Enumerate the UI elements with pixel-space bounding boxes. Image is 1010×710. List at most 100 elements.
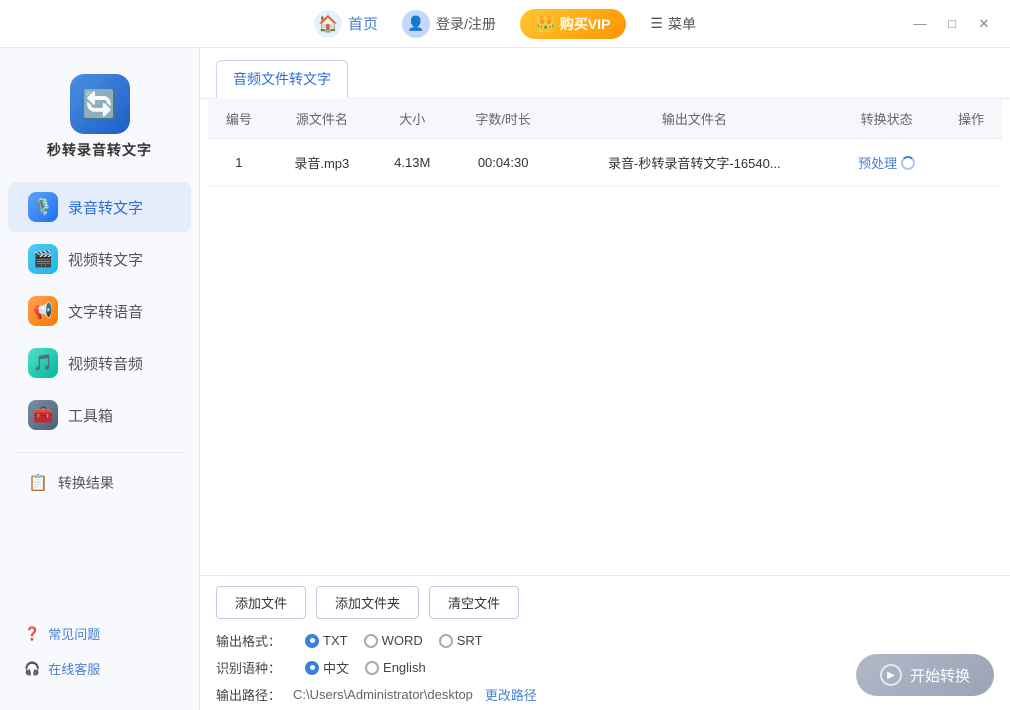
format-word-radio[interactable] [364,634,378,648]
cell-source-name: 录音.mp3 [270,139,374,187]
sidebar-recording-label: 录音转文字 [68,197,143,218]
faq-label: 常见问题 [48,624,100,643]
home-label: 首页 [348,13,378,34]
vip-button[interactable]: 👑 购买VIP [520,9,627,39]
menu-icon: ☰ [650,15,663,32]
tab-label: 音频文件转文字 [233,71,331,87]
sidebar-divider [16,452,183,453]
add-file-button[interactable]: 添加文件 [216,586,306,619]
window-controls: — □ ✕ [910,14,994,34]
faq-button[interactable]: ❓ 常见问题 [0,616,199,651]
format-txt-label: TXT [323,633,348,648]
format-txt-option[interactable]: TXT [305,633,348,648]
col-header-status: 转换状态 [833,99,940,139]
cell-id: 1 [208,139,270,187]
language-group: 中文 English [305,658,426,677]
minimize-button[interactable]: — [910,14,930,34]
col-header-id: 编号 [208,99,270,139]
spinner-icon [901,156,915,170]
col-header-action: 操作 [940,99,1002,139]
results-icon: 📋 [28,473,48,493]
main-layout: 🔄 秒转录音转文字 🎙️ 录音转文字 🎬 视频转文字 📢 文字转语音 🎵 视频转… [0,48,1010,710]
titlebar-center: 🏠 首页 👤 登录/注册 👑 购买VIP ☰ 菜单 [314,9,696,39]
sidebar-video-audio-label: 视频转音频 [68,353,143,374]
avatar: 👤 [402,10,430,38]
format-srt-option[interactable]: SRT [439,633,483,648]
format-word-option[interactable]: WORD [364,633,423,648]
tab-bar: 音频文件转文字 [216,60,994,98]
lang-chinese-radio[interactable] [305,661,319,675]
user-label: 登录/注册 [436,14,496,34]
sidebar-item-results[interactable]: 📋 转换结果 [8,465,191,501]
vip-label: 购买VIP [560,14,611,34]
faq-icon: ❓ [24,626,40,642]
support-button[interactable]: 🎧 在线客服 [0,651,199,686]
sidebar-item-video[interactable]: 🎬 视频转文字 [8,234,191,284]
tab-audio-to-text[interactable]: 音频文件转文字 [216,60,348,99]
content-wrapper: 编号 源文件名 大小 字数/时长 输出文件名 转换状态 操作 1 录音.mp3 [200,99,1010,710]
menu-button[interactable]: ☰ 菜单 [650,14,696,34]
change-path-button[interactable]: 更改路径 [485,685,537,704]
support-icon: 🎧 [24,661,40,677]
sidebar-item-recording[interactable]: 🎙️ 录音转文字 [8,182,191,232]
col-header-duration: 字数/时长 [451,99,556,139]
play-icon: ▶ [880,664,902,686]
format-srt-radio[interactable] [439,634,453,648]
cell-action [940,139,1002,187]
output-format-group: TXT WORD SRT [305,633,483,648]
sidebar-item-tts[interactable]: 📢 文字转语音 [8,286,191,336]
add-folder-button[interactable]: 添加文件夹 [316,586,419,619]
app-name: 秒转录音转文字 [47,140,152,160]
format-srt-label: SRT [457,633,483,648]
maximize-button[interactable]: □ [942,14,962,34]
lang-chinese-label: 中文 [323,658,349,677]
start-convert-button[interactable]: ▶ 开始转换 [856,654,994,696]
support-label: 在线客服 [48,659,100,678]
cell-status: 预处理 [833,139,940,187]
lang-english-option[interactable]: English [365,660,426,675]
sidebar-item-video-audio[interactable]: 🎵 视频转音频 [8,338,191,388]
recording-icon: 🎙️ [28,192,58,222]
col-header-size: 大小 [374,99,451,139]
video-icon: 🎬 [28,244,58,274]
cell-size: 4.13M [374,139,451,187]
lang-chinese-option[interactable]: 中文 [305,658,349,677]
tts-icon: 📢 [28,296,58,326]
home-button[interactable]: 🏠 首页 [314,10,378,38]
sidebar-toolbox-label: 工具箱 [68,405,113,426]
sidebar-video-label: 视频转文字 [68,249,143,270]
output-format-label: 输出格式： [216,631,281,650]
table-row: 1 录音.mp3 4.13M 00:04:30 录音-秒转录音转文字-16540… [208,139,1002,187]
clear-files-button[interactable]: 清空文件 [429,586,519,619]
user-login-button[interactable]: 👤 登录/注册 [402,10,496,38]
format-txt-radio[interactable] [305,634,319,648]
output-format-row: 输出格式： TXT WORD SRT [216,631,994,650]
app-logo-icon: 🔄 [70,74,130,134]
content-header: 音频文件转文字 [200,48,1010,99]
table-body: 1 录音.mp3 4.13M 00:04:30 录音-秒转录音转文字-16540… [208,139,1002,187]
close-button[interactable]: ✕ [974,14,994,34]
sidebar-nav: 🎙️ 录音转文字 🎬 视频转文字 📢 文字转语音 🎵 视频转音频 🧰 工具箱 [0,180,199,442]
status-text: 预处理 [858,153,897,172]
start-convert-label: 开始转换 [910,665,970,686]
file-buttons: 添加文件 添加文件夹 清空文件 [216,586,994,619]
toolbox-icon: 🧰 [28,400,58,430]
table-header-row: 编号 源文件名 大小 字数/时长 输出文件名 转换状态 操作 [208,99,1002,139]
cell-output-name: 录音-秒转录音转文字-16540... [556,139,833,187]
language-label: 识别语种： [216,658,281,677]
output-path-label: 输出路径： [216,685,281,704]
table-head: 编号 源文件名 大小 字数/时长 输出文件名 转换状态 操作 [208,99,1002,139]
crown-icon: 👑 [536,14,556,34]
sidebar: 🔄 秒转录音转文字 🎙️ 录音转文字 🎬 视频转文字 📢 文字转语音 🎵 视频转… [0,48,200,710]
sidebar-item-toolbox[interactable]: 🧰 工具箱 [8,390,191,440]
lang-english-radio[interactable] [365,661,379,675]
output-path-value: C:\Users\Administrator\desktop [293,687,473,702]
status-badge: 预处理 [841,153,932,172]
content-area: 音频文件转文字 编号 源文件名 大小 字数/时长 输出文件名 转换状态 [200,48,1010,710]
table-container: 编号 源文件名 大小 字数/时长 输出文件名 转换状态 操作 1 录音.mp3 [200,99,1010,575]
cell-duration: 00:04:30 [451,139,556,187]
titlebar: 🏠 首页 👤 登录/注册 👑 购买VIP ☰ 菜单 — □ ✕ [0,0,1010,48]
video-audio-icon: 🎵 [28,348,58,378]
file-table: 编号 源文件名 大小 字数/时长 输出文件名 转换状态 操作 1 录音.mp3 [208,99,1002,187]
home-icon: 🏠 [314,10,342,38]
